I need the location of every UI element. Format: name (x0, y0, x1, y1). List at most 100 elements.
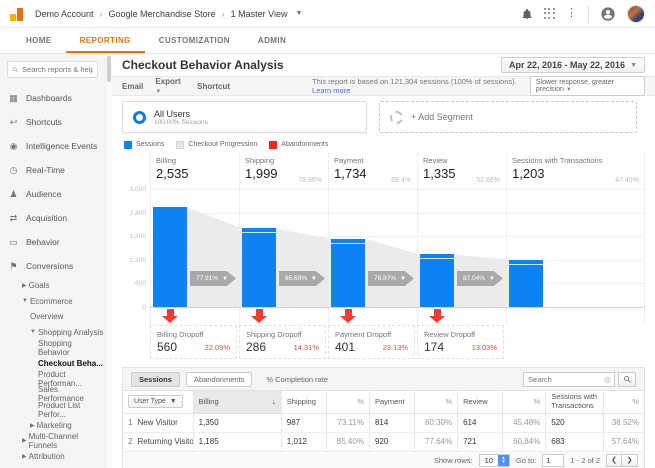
email-button[interactable]: Email (122, 82, 143, 91)
sidebar-item-sales-performance[interactable]: Sales Performance (0, 385, 105, 403)
tab-reporting[interactable]: REPORTING (65, 28, 145, 53)
sessions-bar[interactable] (331, 238, 365, 307)
column-header-shipping[interactable]: Shipping (280, 391, 327, 414)
cell-value: 57.64% (603, 432, 644, 452)
account-circle-icon[interactable] (600, 6, 616, 22)
sidebar-item-multi-channel-funnels[interactable]: ▶ Multi-Channel Funnels (0, 432, 105, 450)
report-toolbar: Email Export ▼ Shortcut This report is b… (112, 76, 655, 96)
search-submit-button[interactable] (618, 371, 636, 387)
column-header-percent[interactable]: % (603, 391, 644, 414)
sidebar-item-marketing[interactable]: ▶ Marketing (0, 418, 105, 434)
sidebar-item-audience[interactable]: ♟ Audience (0, 182, 105, 206)
column-header-review[interactable]: Review (457, 391, 503, 414)
notifications-bell-icon[interactable] (521, 8, 533, 20)
sidebar-item-conversions[interactable]: ⚑ Conversions (0, 254, 105, 278)
sidebar-item-behavior[interactable]: ▭ Behavior (0, 230, 105, 254)
continuation-rate-chip[interactable]: 85.69% ▼ (279, 271, 325, 286)
sessions-bar[interactable] (420, 254, 454, 307)
breadcrumb-item[interactable]: Google Merchandise Store (109, 9, 216, 19)
tab-customization[interactable]: CUSTOMIZATION (145, 28, 244, 53)
sidebar-scrollbar[interactable] (105, 54, 112, 468)
column-header-billing[interactable]: Billing ↓ (192, 391, 282, 414)
dropoff-name: Review Dropoff (424, 330, 476, 339)
tab-home[interactable]: HOME (12, 28, 66, 53)
data-table: User Type ▼ Billing ↓ Shipping% Payment% Revie… (123, 391, 644, 452)
sidebar-item-real-time[interactable]: ◷ Real-Time (0, 158, 105, 182)
show-rows-select[interactable]: 10 ▲ ▼ (478, 453, 510, 467)
sidebar-item-overview[interactable]: Overview (0, 309, 105, 325)
precision-selector[interactable]: Slower response, greater precision ▼ (529, 76, 645, 96)
table-tab-sessions[interactable]: Sessions (131, 371, 180, 387)
column-header-percent[interactable]: % (325, 391, 370, 414)
sidebar-item-attribution[interactable]: ▶ Attribution (0, 449, 105, 465)
more-options-icon[interactable]: ⋮ (566, 8, 577, 19)
goto-page-input[interactable] (542, 453, 565, 467)
breadcrumb-item[interactable]: 1 Master View (231, 9, 288, 19)
sessions-bar[interactable] (509, 259, 543, 307)
sidebar-item-product-performan-[interactable]: Product Performan... (0, 370, 105, 388)
chevron-right-icon: ▶ (22, 438, 27, 445)
continuation-rate-chip[interactable]: 87.04% ▼ (457, 271, 503, 286)
next-page-button[interactable]: ❯ (622, 453, 638, 467)
column-header-percent[interactable]: % (502, 391, 546, 414)
continuation-rate-chip[interactable]: 77.91% ▼ (190, 271, 236, 286)
cell-value: 45.48% (502, 413, 546, 433)
row-number: 1 (128, 418, 133, 427)
sidebar-search-input[interactable] (22, 65, 93, 74)
dropoff-box-4: Review Dropoff 174 13.03% (417, 325, 504, 359)
column-header-sessions-with-transactions[interactable]: Sessions with Transactions (545, 391, 604, 414)
sessions-bar[interactable] (242, 228, 276, 307)
table-tab-abandonments[interactable]: Abandonments (185, 371, 253, 387)
prev-page-button[interactable]: ❮ (606, 453, 622, 467)
legend-item-checkout-progression: Checkout Progression (176, 140, 257, 149)
advanced-search-icon[interactable]: ◎ (601, 371, 615, 387)
sidebar-item-checkout-beha-[interactable]: Checkout Beha... (0, 356, 105, 372)
app-window: Demo Account › Google Merchandise Store › 1 … (0, 0, 655, 468)
dimension-selector-button[interactable]: User Type ▼ (128, 395, 183, 409)
export-button[interactable]: Export ▼ (155, 77, 185, 95)
sessions-bar[interactable] (153, 207, 187, 307)
continuation-rate-chip[interactable]: 76.87% ▼ (368, 271, 414, 286)
add-segment-button[interactable]: + Add Segment (379, 101, 637, 133)
sidebar-item-acquisition[interactable]: ⇄ Acquisition (0, 206, 105, 230)
segment-donut-icon (133, 110, 146, 124)
sidebar-item-dashboards[interactable]: ▦ Dashboards (0, 86, 105, 110)
sidebar-item-shortcuts[interactable]: ↩ Shortcuts (0, 110, 105, 134)
apps-grid-icon[interactable] (544, 8, 555, 19)
dropoff-name: Payment Dropoff (335, 330, 392, 339)
date-range-selector[interactable]: Apr 22, 2016 - May 22, 2016 ▼ (500, 57, 645, 73)
tab-admin[interactable]: ADMIN (244, 28, 300, 53)
segment-all-users[interactable]: All Users 100.00% Sessions (122, 101, 367, 133)
stepper-icon[interactable]: ▲ ▼ (497, 454, 509, 466)
abandonment-arrow-icon (429, 309, 445, 323)
sidebar-item-shopping-behavior[interactable]: Shopping Behavior (0, 339, 105, 357)
sidebar-item-ecommerce[interactable]: ▼ Ecommerce (0, 294, 105, 310)
shortcut-button[interactable]: Shortcut (197, 82, 230, 91)
learn-more-link[interactable]: Learn more (312, 86, 350, 95)
completion-rate-toggle[interactable]: % Completion rate (266, 375, 328, 384)
funnel-step-value: 2,535 (156, 166, 189, 181)
sidebar-item-shopping-analysis[interactable]: ▼ Shopping Analysis (0, 325, 105, 341)
chevron-down-icon: ▼ (169, 398, 177, 406)
chevron-down-icon: ▼ (295, 10, 303, 17)
bar-divider (420, 258, 454, 260)
row-label[interactable]: 1 New Visitor (123, 413, 194, 433)
cell-value: 1,350 (192, 413, 282, 433)
behavior-icon: ▭ (9, 236, 18, 247)
table-search-input[interactable] (523, 371, 602, 387)
sidebar-item-intelligence-events[interactable]: ◉ Intelligence Events (0, 134, 105, 158)
row-label[interactable]: 2 Returning Visitor (123, 432, 194, 452)
sidebar-search[interactable] (7, 61, 98, 78)
dropoff-value: 560 (157, 340, 178, 354)
sidebar-item-product-list-perfor-[interactable]: Product List Perfor... (0, 401, 105, 419)
row-dimension-value: Returning Visitor (137, 437, 194, 446)
checkout-funnel-chart: 3,000 2,400 1,800 1,200 600 0 Billing 2,535 Ship… (122, 153, 645, 363)
dropoff-name: Shipping Dropoff (246, 330, 302, 339)
breadcrumb-item[interactable]: Demo Account (35, 9, 94, 19)
user-avatar[interactable] (627, 4, 645, 23)
sidebar-item-goals[interactable]: ▶ Goals (0, 278, 105, 294)
column-header-payment[interactable]: Payment (368, 391, 415, 414)
intelligence-events-icon: ◉ (9, 140, 18, 151)
column-header-percent[interactable]: % (414, 391, 458, 414)
gridline (150, 307, 645, 308)
